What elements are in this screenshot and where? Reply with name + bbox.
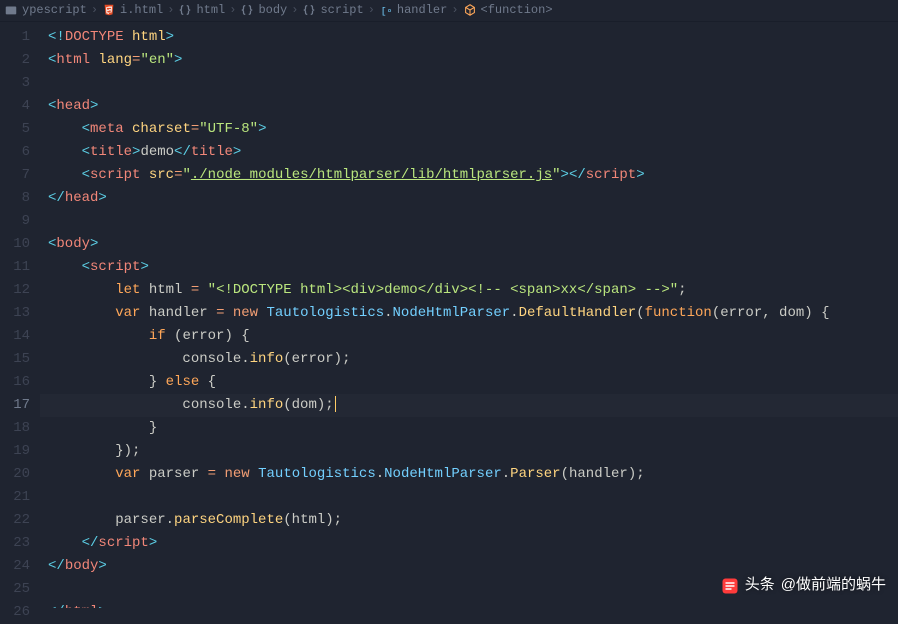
code-line[interactable]: } (40, 417, 898, 440)
line-number: 1 (0, 26, 30, 49)
code-line[interactable]: console.info(dom); (40, 394, 898, 417)
line-number: 3 (0, 72, 30, 95)
code-line[interactable]: </script> (40, 532, 898, 555)
breadcrumb-label: i.html (120, 1, 163, 21)
code-line[interactable]: } else { (40, 371, 898, 394)
line-number: 4 (0, 95, 30, 118)
chevron-right-icon: › (91, 1, 98, 21)
line-number: 24 (0, 555, 30, 578)
code-line[interactable]: var handler = new Tautologistics.NodeHtm… (40, 302, 898, 325)
line-number: 16 (0, 371, 30, 394)
brackets-icon (178, 3, 192, 17)
line-number: 15 (0, 348, 30, 371)
code-line[interactable]: }); (40, 440, 898, 463)
code-line[interactable]: parser.parseComplete(html); (40, 509, 898, 532)
line-number: 8 (0, 187, 30, 210)
code-line[interactable]: <head> (40, 95, 898, 118)
breadcrumb-item[interactable]: [∘] handler (379, 1, 447, 21)
line-number: 22 (0, 509, 30, 532)
line-number: 17 (0, 394, 30, 417)
code-line[interactable]: var parser = new Tautologistics.NodeHtml… (40, 463, 898, 486)
code-line[interactable]: <!DOCTYPE html> (40, 26, 898, 49)
line-number: 7 (0, 164, 30, 187)
folder-icon (4, 3, 18, 17)
chevron-right-icon: › (451, 1, 458, 21)
breadcrumb-label: script (320, 1, 363, 21)
code-line[interactable]: <body> (40, 233, 898, 256)
svg-text:[∘]: [∘] (381, 6, 393, 17)
code-line[interactable]: <meta charset="UTF-8"> (40, 118, 898, 141)
watermark: 头条 @做前端的蜗牛 (721, 573, 886, 598)
line-number: 13 (0, 302, 30, 325)
html-icon (102, 3, 116, 17)
breadcrumb-item[interactable]: ypescript (4, 1, 87, 21)
code-line[interactable]: let html = "<!DOCTYPE html><div>demo</di… (40, 279, 898, 302)
line-number: 11 (0, 256, 30, 279)
line-number: 6 (0, 141, 30, 164)
line-number: 9 (0, 210, 30, 233)
code-line[interactable]: <title>demo</title> (40, 141, 898, 164)
breadcrumb[interactable]: ypescript›i.html›html›body›script›[∘]han… (0, 0, 898, 22)
line-number: 5 (0, 118, 30, 141)
breadcrumb-label: handler (397, 1, 447, 21)
code-line[interactable]: console.info(error); (40, 348, 898, 371)
line-number: 2 (0, 49, 30, 72)
watermark-author: @做前端的蜗牛 (781, 573, 886, 598)
breadcrumb-label: html (196, 1, 225, 21)
text-cursor (335, 396, 336, 412)
breadcrumb-label: body (258, 1, 287, 21)
chevron-right-icon: › (167, 1, 174, 21)
line-number: 23 (0, 532, 30, 555)
cube-icon (463, 3, 477, 17)
line-number: 10 (0, 233, 30, 256)
chevron-right-icon: › (368, 1, 375, 21)
code-editor[interactable]: 1234567891011121314151617181920212223242… (0, 22, 898, 608)
chevron-right-icon: › (229, 1, 236, 21)
code-area[interactable]: <!DOCTYPE html><html lang="en"> <head> <m… (40, 22, 898, 608)
line-number: 25 (0, 578, 30, 601)
watermark-brand: 头条 (745, 573, 775, 598)
toutiao-icon (721, 577, 739, 595)
line-gutter: 1234567891011121314151617181920212223242… (0, 22, 40, 608)
line-number: 26 (0, 601, 30, 624)
code-line[interactable]: <html lang="en"> (40, 49, 898, 72)
code-line[interactable]: if (error) { (40, 325, 898, 348)
code-line[interactable]: </head> (40, 187, 898, 210)
brackets-icon (240, 3, 254, 17)
breadcrumb-item[interactable]: i.html (102, 1, 163, 21)
line-number: 18 (0, 417, 30, 440)
breadcrumb-item[interactable]: <function> (463, 1, 553, 21)
line-number: 12 (0, 279, 30, 302)
line-number: 21 (0, 486, 30, 509)
breadcrumb-item[interactable]: html (178, 1, 225, 21)
code-line[interactable]: <script> (40, 256, 898, 279)
breadcrumb-label: <function> (481, 1, 553, 21)
code-line[interactable] (40, 210, 898, 233)
breadcrumb-item[interactable]: script (302, 1, 363, 21)
code-line[interactable] (40, 72, 898, 95)
line-number: 20 (0, 463, 30, 486)
line-number: 14 (0, 325, 30, 348)
code-line[interactable]: </html> (40, 601, 898, 608)
chevron-right-icon: › (291, 1, 298, 21)
line-number: 19 (0, 440, 30, 463)
breadcrumb-label: ypescript (22, 1, 87, 21)
code-line[interactable]: <script src="./node_modules/htmlparser/l… (40, 164, 898, 187)
var-icon: [∘] (379, 3, 393, 17)
brackets-icon (302, 3, 316, 17)
breadcrumb-item[interactable]: body (240, 1, 287, 21)
code-line[interactable] (40, 486, 898, 509)
